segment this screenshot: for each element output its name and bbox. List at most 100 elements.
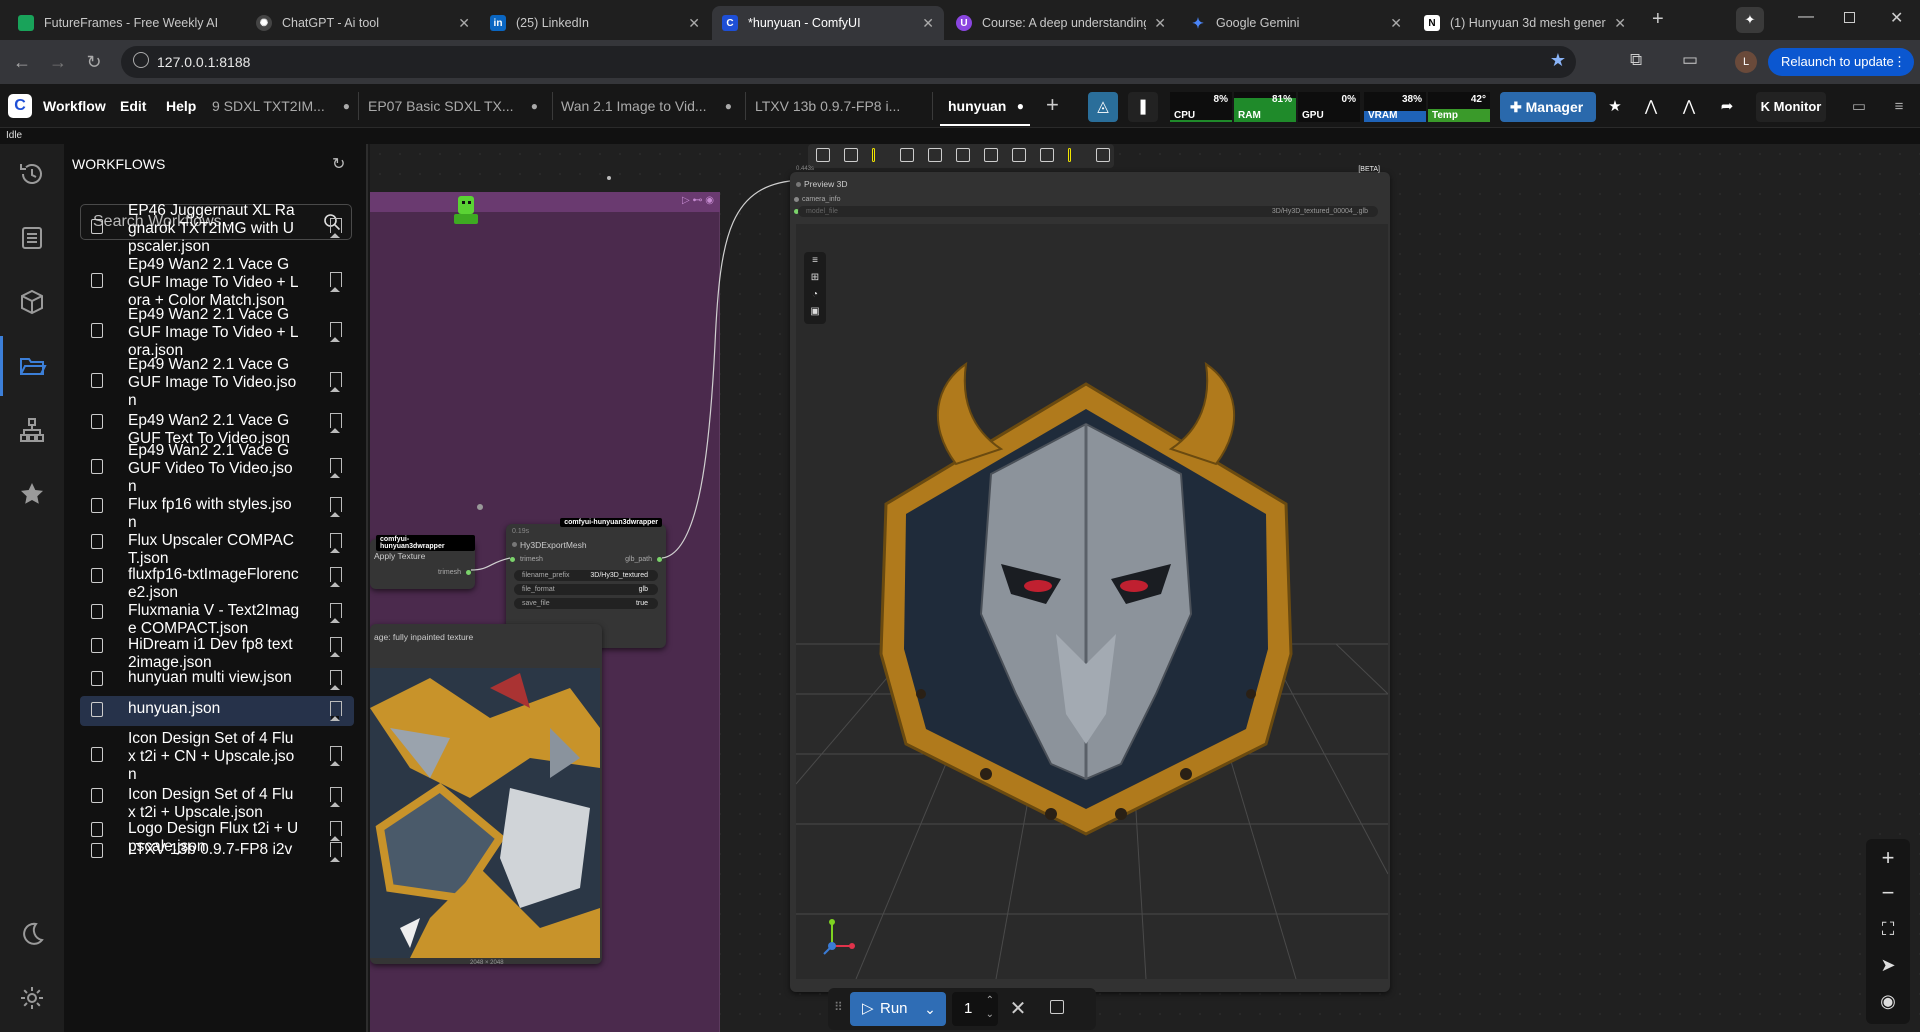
workflow-list-item[interactable]: Ep49 Wan2 2.1 Vace GGUF Text To Video.js… <box>80 406 354 447</box>
model-download-icon[interactable]: ⋀ <box>1636 92 1666 122</box>
favorites-star-icon[interactable] <box>16 478 48 510</box>
workflow-tab-active[interactable]: hunyuan ● <box>948 92 1024 120</box>
run-button[interactable]: ▷ Run <box>850 992 914 1026</box>
zoom-in-icon[interactable]: + <box>1873 843 1903 873</box>
bookmark-star-icon[interactable]: ★ <box>1550 50 1566 71</box>
close-icon[interactable]: ✕ <box>688 15 700 32</box>
bookmark-icon[interactable] <box>330 567 342 587</box>
browser-tab-futureframes[interactable]: FutureFrames - Free Weekly AI <box>8 6 246 40</box>
image-export-icon[interactable]: ▣ <box>809 306 821 318</box>
align-tool-icon[interactable] <box>956 148 970 162</box>
hamburger-menu-icon[interactable]: ≡ <box>1884 92 1914 122</box>
workflow-list-item[interactable]: Ep49 Wan2 2.1 Vace GGUF Image To Video.j… <box>80 356 354 409</box>
queue-list-icon[interactable] <box>16 222 48 254</box>
bookmark-icon[interactable] <box>330 497 342 517</box>
bookmark-icon[interactable] <box>330 787 342 807</box>
reload-icon[interactable]: ↻ <box>82 50 106 74</box>
3d-viewport[interactable]: ≡ ⊞ ◔ ▣ <box>796 224 1388 979</box>
bookmark-icon[interactable] <box>330 821 342 841</box>
close-window-icon[interactable]: ✕ <box>1890 8 1903 28</box>
visibility-eye-icon[interactable]: ◉ <box>1873 986 1903 1016</box>
stop-button[interactable] <box>1050 1000 1064 1014</box>
close-icon[interactable]: ✕ <box>1614 15 1626 32</box>
bookmark-icon[interactable] <box>330 458 342 478</box>
workflow-list-item[interactable]: LTXV 13b 0.9.7-FP8 i2v <box>80 840 354 862</box>
workflow-list-item[interactable]: Ep49 Wan2 2.1 Vace GGUF Image To Video +… <box>80 256 354 309</box>
history-icon[interactable] <box>16 158 48 190</box>
align-tool-icon[interactable] <box>844 148 858 162</box>
queue-manager-icon[interactable]: ◬ <box>1088 92 1118 122</box>
model-library-icon[interactable] <box>16 286 48 318</box>
bookmark-icon[interactable] <box>330 272 342 292</box>
grid-toggle-icon[interactable]: ⊞ <box>809 272 821 284</box>
bookmark-icon[interactable] <box>330 637 342 657</box>
workflow-list-item[interactable]: Ep49 Wan2 2.1 Vace GGUF Video To Video.j… <box>80 442 354 495</box>
cast-icon[interactable]: ▭ <box>1682 50 1698 70</box>
bookmark-icon[interactable] <box>330 701 342 721</box>
bookmark-icon[interactable] <box>330 322 342 342</box>
fit-view-icon[interactable]: ⛶ <box>1873 914 1903 944</box>
workflow-list-item[interactable]: hunyuan multi view.json <box>80 666 354 690</box>
align-tool-icon[interactable] <box>1068 148 1071 162</box>
close-icon[interactable]: ✕ <box>458 15 470 32</box>
comfy-logo[interactable]: C <box>8 94 32 118</box>
node-canvas[interactable]: ▷ ⊷ ◉ comfyui-hunyuan3dwrapper Apply Tex… <box>370 144 1920 1032</box>
align-tool-icon[interactable] <box>1040 148 1054 162</box>
omnibox[interactable]: 127.0.0.1:8188 ★ <box>121 46 1576 78</box>
workflow-tab[interactable]: LTXV 13b 0.9.7-FP8 i... <box>755 92 905 120</box>
bookmark-icon[interactable] <box>330 218 342 238</box>
add-workflow-button[interactable]: + <box>1046 92 1059 118</box>
share-arrow-icon[interactable]: ➦ <box>1712 92 1742 122</box>
camera-icon[interactable]: ◔ <box>809 289 821 301</box>
workflow-tab[interactable]: Wan 2.1 Image to Vid... ● <box>561 92 732 120</box>
relaunch-button[interactable]: Relaunch to update ⋮ <box>1768 48 1914 76</box>
menu-edit[interactable]: Edit <box>120 98 146 114</box>
workflow-tab[interactable]: EP07 Basic SDXL TX... ● <box>368 92 538 120</box>
decrement-icon[interactable]: ⌄ <box>986 998 994 1032</box>
browser-tab-linkedin[interactable]: in (25) LinkedIn ✕ <box>480 6 710 40</box>
batch-count-input[interactable]: 1 ⌃ ⌄ <box>952 992 998 1026</box>
site-info-icon[interactable] <box>133 52 149 68</box>
avatar[interactable]: L <box>1735 51 1757 73</box>
workflow-list-item[interactable]: Flux fp16 with styles.json <box>80 490 354 531</box>
maximize-icon[interactable] <box>1844 12 1855 23</box>
unsaved-dot-icon[interactable]: ● <box>725 92 732 120</box>
workflow-list-item[interactable]: Icon Design Set of 4 Flux t2i + CN + Ups… <box>80 730 354 783</box>
camera-info-port[interactable] <box>794 197 799 202</box>
settings-gear-icon[interactable] <box>16 982 48 1014</box>
bookmark-icon[interactable] <box>330 746 342 766</box>
unsaved-dot-icon[interactable]: ● <box>343 92 350 120</box>
workflow-list-item[interactable]: Fluxmania V - Text2Image COMPACT.json <box>80 596 354 637</box>
collapse-dot[interactable] <box>796 182 801 187</box>
bookmark-icon[interactable]: ❚ <box>1128 92 1158 122</box>
workflow-list-item[interactable]: Ep49 Wan2 2.1 Vace GGUF Image To Video +… <box>80 306 354 359</box>
unsaved-dot-icon[interactable]: ● <box>531 92 538 120</box>
browser-tab-course[interactable]: U Course: A deep understanding ✕ <box>946 6 1176 40</box>
bookmark-icon[interactable] <box>330 670 342 690</box>
bookmark-icon[interactable] <box>330 413 342 433</box>
browser-tab-chatgpt[interactable]: ✺ ChatGPT - Ai tool ✕ <box>246 6 480 40</box>
workflow-list-item[interactable]: Icon Design Set of 4 Flux t2i + Upscale.… <box>80 780 354 821</box>
align-tool-icon[interactable] <box>872 148 875 162</box>
bookmark-icon[interactable] <box>330 603 342 623</box>
workflow-list-item[interactable]: Flux Upscaler COMPACT.json <box>80 526 354 567</box>
align-tool-icon[interactable] <box>984 148 998 162</box>
model-file-widget[interactable]: model_file 3D/Hy3D_textured_00004_.glb <box>798 206 1378 217</box>
zoom-out-icon[interactable]: − <box>1873 878 1903 908</box>
panel-toggle-icon[interactable]: ▭ <box>1844 92 1874 122</box>
close-icon[interactable]: ✕ <box>1154 15 1166 32</box>
bookmark-icon[interactable] <box>330 372 342 392</box>
forward-icon[interactable]: → <box>46 50 70 74</box>
model-share-icon[interactable]: ⋀ <box>1674 92 1704 122</box>
align-tool-icon[interactable] <box>928 148 942 162</box>
menu-help[interactable]: Help <box>166 98 196 114</box>
star-icon[interactable]: ★ <box>1600 92 1630 122</box>
node-library-icon[interactable] <box>16 414 48 446</box>
workflow-list-item[interactable]: fluxfp16-txtImageFlorence2.json <box>80 560 354 601</box>
extensions-icon[interactable]: ⧉ <box>1630 50 1642 70</box>
align-tool-icon[interactable] <box>1096 148 1110 162</box>
unsaved-dot-icon[interactable]: ● <box>1017 92 1024 120</box>
close-icon[interactable]: ✕ <box>1390 15 1402 32</box>
cancel-run-button[interactable]: ✕ <box>1006 996 1030 1022</box>
refresh-icon[interactable]: ↻ <box>332 154 345 174</box>
